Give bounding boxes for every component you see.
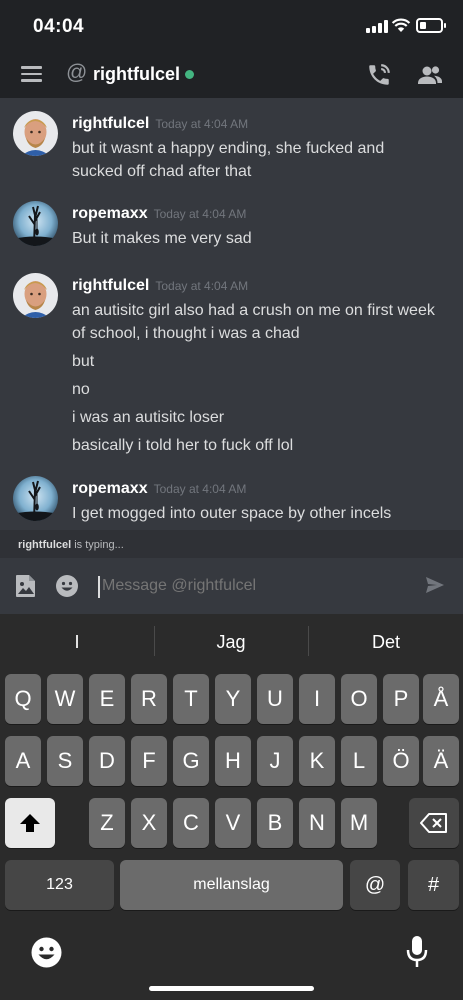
shift-key[interactable] [5, 798, 55, 848]
at-key[interactable]: @ [350, 860, 400, 910]
key-x[interactable]: X [131, 798, 167, 848]
message-text: basically i told her to fuck off lol [72, 437, 294, 454]
author-name[interactable]: rightfulcel [72, 115, 149, 132]
avatar[interactable] [13, 111, 58, 156]
at-symbol: @ [66, 61, 88, 84]
message-input[interactable] [102, 577, 309, 595]
call-icon[interactable] [366, 62, 392, 88]
key-y[interactable]: Y [215, 674, 251, 724]
message-timestamp: Today at 4:04 AM [155, 117, 249, 131]
key-q[interactable]: Q [5, 674, 41, 724]
wifi-icon [391, 18, 411, 32]
key-k[interactable]: K [299, 736, 335, 786]
key-a-ring[interactable]: Å [423, 674, 459, 724]
message-author[interactable]: ropemaxx Today at 4:04 AM [72, 205, 246, 223]
message-author[interactable]: rightfulcel Today at 4:04 AM [72, 115, 248, 133]
text-cursor [98, 576, 100, 598]
key-w[interactable]: W [47, 674, 83, 724]
message-composer [0, 558, 463, 614]
message-text: i was an autisitc loser [72, 409, 225, 426]
key-d[interactable]: D [89, 736, 125, 786]
message-text: I get mogged into outer space by other i… [72, 505, 392, 522]
hamburger-menu-icon[interactable] [21, 66, 42, 82]
message-text: of school, i thought i was a chad [72, 325, 300, 342]
status-bar: 04:04 [0, 0, 463, 52]
typing-indicator: rightfulcel is typing... [0, 530, 463, 558]
emoji-icon[interactable] [55, 574, 79, 598]
key-m[interactable]: M [341, 798, 377, 848]
hash-key[interactable]: # [408, 860, 459, 910]
key-u[interactable]: U [257, 674, 293, 724]
avatar[interactable] [13, 476, 58, 521]
suggestion-item[interactable]: Jag [154, 632, 308, 653]
send-icon[interactable] [425, 576, 445, 594]
microphone-icon[interactable] [406, 935, 428, 969]
battery-icon [416, 18, 446, 33]
message-text: sucked off chad after that [72, 163, 252, 180]
author-name[interactable]: ropemaxx [72, 480, 148, 497]
key-n[interactable]: N [299, 798, 335, 848]
typing-user: rightfulcel [18, 539, 72, 551]
key-v[interactable]: V [215, 798, 251, 848]
key-t[interactable]: T [173, 674, 209, 724]
message-timestamp: Today at 4:04 AM [155, 279, 249, 293]
message-text: an autisitc girl also had a crush on me … [72, 302, 435, 319]
emoji-icon[interactable] [31, 937, 62, 968]
avatar[interactable] [13, 273, 58, 318]
online-status-indicator [185, 70, 194, 79]
typing-text: is typing... [74, 539, 124, 551]
key-f[interactable]: F [131, 736, 167, 786]
key-o-umlaut[interactable]: Ö [383, 736, 419, 786]
key-j[interactable]: J [257, 736, 293, 786]
suggestion-item[interactable]: Det [309, 632, 463, 653]
message-text: But it makes me very sad [72, 230, 252, 247]
key-a[interactable]: A [5, 736, 41, 786]
numbers-key[interactable]: 123 [5, 860, 114, 910]
message-text: no [72, 381, 90, 398]
channel-name[interactable]: rightfulcel [93, 64, 180, 85]
suggestion-item[interactable]: I [0, 632, 154, 653]
home-indicator[interactable] [149, 986, 314, 991]
signal-icon [366, 20, 388, 33]
key-e[interactable]: E [89, 674, 125, 724]
avatar[interactable] [13, 201, 58, 246]
key-r[interactable]: R [131, 674, 167, 724]
key-z[interactable]: Z [89, 798, 125, 848]
message-author[interactable]: ropemaxx Today at 4:04 AM [72, 480, 246, 498]
key-g[interactable]: G [173, 736, 209, 786]
key-b[interactable]: B [257, 798, 293, 848]
key-h[interactable]: H [215, 736, 251, 786]
backspace-key[interactable] [409, 798, 459, 848]
message-text: but [72, 353, 95, 370]
suggestion-bar: I Jag Det [0, 614, 463, 671]
message-text: but it wasnt a happy ending, she fucked … [72, 140, 385, 157]
message-list[interactable]: rightfulcel Today at 4:04 AM but it wasnt… [0, 98, 463, 530]
key-p[interactable]: P [383, 674, 419, 724]
key-s[interactable]: S [47, 736, 83, 786]
on-screen-keyboard: I Jag Det Q W E R T Y U I O P Å A S D F … [0, 614, 463, 1000]
author-name[interactable]: rightfulcel [72, 277, 149, 294]
message-timestamp: Today at 4:04 AM [153, 482, 247, 496]
message-timestamp: Today at 4:04 AM [153, 207, 247, 221]
key-o[interactable]: O [341, 674, 377, 724]
key-i[interactable]: I [299, 674, 335, 724]
author-name[interactable]: ropemaxx [72, 205, 148, 222]
key-l[interactable]: L [341, 736, 377, 786]
members-icon[interactable] [416, 63, 444, 87]
backspace-icon [420, 813, 447, 833]
key-c[interactable]: C [173, 798, 209, 848]
image-upload-icon[interactable] [15, 574, 37, 598]
chat-header: @ rightfulcel [0, 52, 463, 98]
message-author[interactable]: rightfulcel Today at 4:04 AM [72, 277, 248, 295]
key-a-umlaut[interactable]: Ä [423, 736, 459, 786]
status-time: 04:04 [33, 16, 85, 37]
shift-icon [20, 814, 40, 832]
space-key[interactable]: mellanslag [120, 860, 343, 910]
